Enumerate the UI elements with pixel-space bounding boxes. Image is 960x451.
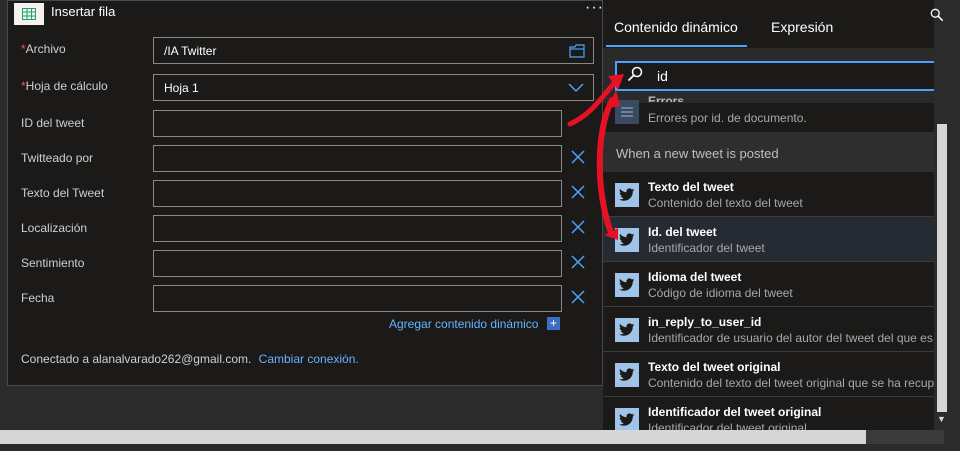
twitteado-input[interactable] bbox=[153, 145, 562, 172]
card-title: Insertar fila bbox=[51, 4, 116, 19]
vertical-scrollbar-thumb[interactable] bbox=[937, 124, 947, 412]
add-dynamic-content-link[interactable]: Agregar contenido dinámico bbox=[389, 317, 538, 331]
id-tweet-label: ID del tweet bbox=[21, 116, 85, 130]
archivo-value: /IA Twitter bbox=[164, 43, 217, 58]
list-item-subtitle: Contenido del texto del tweet original q… bbox=[648, 376, 934, 390]
list-item-subtitle: Código de idioma del tweet bbox=[648, 286, 793, 300]
twitter-icon bbox=[615, 408, 639, 430]
red-arrow-annotation bbox=[567, 74, 624, 240]
list-item-title: Texto del tweet bbox=[648, 180, 734, 194]
localizacion-label: Localización bbox=[21, 221, 88, 235]
fecha-input[interactable] bbox=[153, 285, 562, 312]
connected-text: Conectado a alanalvarado262@gmail.com. bbox=[21, 352, 252, 366]
insert-row-card: Insertar fila ··· *Archivo /IA Twitter *… bbox=[7, 0, 603, 386]
archivo-label: *Archivo bbox=[21, 42, 66, 56]
list-item-subtitle[interactable]: Errores por id. de documento. bbox=[648, 111, 807, 125]
list-item-subtitle: Contenido del texto del tweet bbox=[648, 196, 803, 210]
twitter-icon bbox=[615, 318, 639, 342]
texto-label: Texto del Tweet bbox=[21, 186, 105, 200]
list-item-subtitle: Identificador del tweet bbox=[648, 241, 765, 255]
id-tweet-input[interactable] bbox=[153, 110, 562, 137]
list-item-title: Identificador del tweet original bbox=[648, 405, 822, 419]
list-item-title: Errors bbox=[648, 94, 685, 102]
twitteado-label: Twitteado por bbox=[21, 151, 94, 165]
hoja-label: *Hoja de cálculo bbox=[21, 79, 108, 93]
close-icon[interactable] bbox=[570, 254, 586, 270]
change-connection-link[interactable]: Cambiar conexión. bbox=[259, 352, 359, 366]
search-value: id bbox=[657, 68, 668, 84]
scroll-down-arrow-icon[interactable]: ▼ bbox=[937, 414, 946, 424]
fecha-label: Fecha bbox=[21, 291, 55, 305]
hoja-select[interactable]: Hoja 1 bbox=[153, 74, 594, 101]
list-item-subtitle: Identificador del tweet original bbox=[648, 421, 807, 430]
dynamic-content-panel: Contenido dinámico Expresión id Errors E… bbox=[603, 0, 934, 430]
list-item-title: in_reply_to_user_id bbox=[648, 315, 762, 329]
search-icon[interactable] bbox=[930, 8, 944, 22]
horizontal-scrollbar-thumb[interactable] bbox=[0, 430, 866, 444]
connection-info: Conectado a alanalvarado262@gmail.com. C… bbox=[21, 352, 359, 366]
folder-icon[interactable] bbox=[569, 44, 585, 58]
plus-icon[interactable]: + bbox=[547, 317, 560, 330]
more-options-button[interactable]: ··· bbox=[585, 0, 604, 17]
archivo-field[interactable]: /IA Twitter bbox=[153, 37, 594, 64]
bottom-strip bbox=[0, 444, 960, 451]
tab-dynamic-content[interactable]: Contenido dinámico bbox=[614, 19, 738, 35]
localizacion-input[interactable] bbox=[153, 215, 562, 242]
sentimiento-input[interactable] bbox=[153, 250, 562, 277]
list-item-title: Id. del tweet bbox=[648, 225, 717, 239]
list-item-title: Idioma del tweet bbox=[648, 270, 742, 284]
list-item-title: Texto del tweet original bbox=[648, 360, 781, 374]
card-header[interactable]: Insertar fila ··· bbox=[8, 0, 604, 25]
sentimiento-label: Sentimiento bbox=[21, 256, 85, 270]
active-tab-indicator bbox=[606, 45, 747, 47]
twitter-icon bbox=[615, 273, 639, 297]
close-icon[interactable] bbox=[570, 289, 586, 305]
hoja-value: Hoja 1 bbox=[164, 80, 199, 95]
list-item-subtitle: Identificador de usuario del autor del t… bbox=[648, 331, 933, 345]
section-title: When a new tweet is posted bbox=[616, 146, 779, 161]
spreadsheet-icon bbox=[14, 3, 44, 25]
twitter-icon bbox=[615, 363, 639, 387]
tab-expression[interactable]: Expresión bbox=[771, 19, 833, 35]
texto-input[interactable] bbox=[153, 180, 562, 207]
